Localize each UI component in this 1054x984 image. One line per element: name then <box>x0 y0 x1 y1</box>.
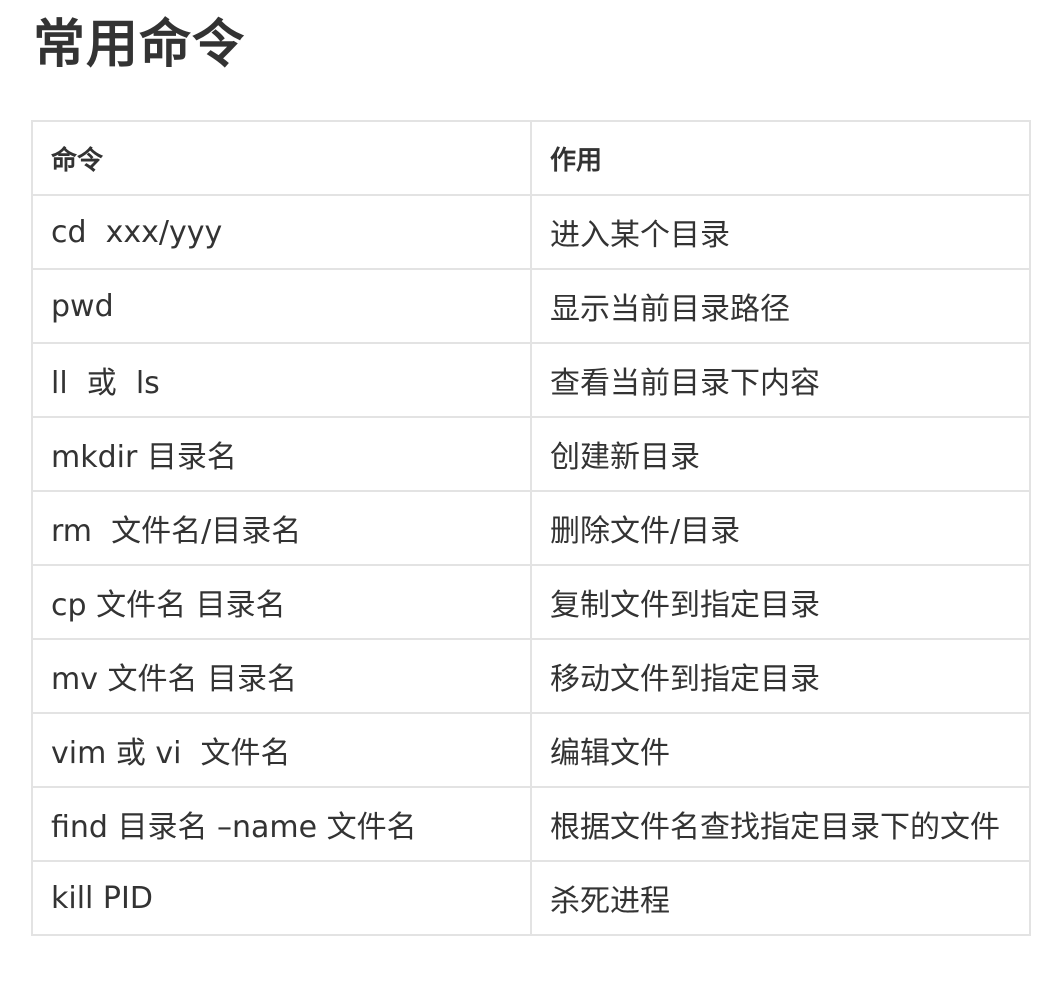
purpose-cell: 进入某个目录 <box>530 194 1031 270</box>
table-row: vim 或 vi 文件名 编辑文件 <box>31 712 1031 788</box>
command-cell: rm 文件名/目录名 <box>31 490 532 566</box>
command-cell: pwd <box>31 268 532 344</box>
command-cell: mv 文件名 目录名 <box>31 638 532 714</box>
table-row: ll 或 ls 查看当前目录下内容 <box>31 342 1031 418</box>
table-row: find 目录名 –name 文件名 根据文件名查找指定目录下的文件 <box>31 786 1031 862</box>
command-cell: vim 或 vi 文件名 <box>31 712 532 788</box>
page-title: 常用命令 <box>33 15 246 75</box>
purpose-cell: 复制文件到指定目录 <box>530 564 1031 640</box>
purpose-cell: 删除文件/目录 <box>530 490 1031 566</box>
purpose-cell: 移动文件到指定目录 <box>530 638 1031 714</box>
table-row: kill PID 杀死进程 <box>31 860 1031 936</box>
purpose-cell: 创建新目录 <box>530 416 1031 492</box>
table-row: pwd 显示当前目录路径 <box>31 268 1031 344</box>
table-row: cp 文件名 目录名 复制文件到指定目录 <box>31 564 1031 640</box>
command-cell: cp 文件名 目录名 <box>31 564 532 640</box>
purpose-cell: 查看当前目录下内容 <box>530 342 1031 418</box>
table-row: mkdir 目录名 创建新目录 <box>31 416 1031 492</box>
table-row: cd xxx/yyy 进入某个目录 <box>31 194 1031 270</box>
table-row: mv 文件名 目录名 移动文件到指定目录 <box>31 638 1031 714</box>
column-header-purpose: 作用 <box>530 120 1031 196</box>
command-cell: mkdir 目录名 <box>31 416 532 492</box>
column-header-command: 命令 <box>31 120 532 196</box>
table-header-row: 命令 作用 <box>31 120 1031 196</box>
command-table: 命令 作用 cd xxx/yyy 进入某个目录 pwd 显示当前目录路径 ll … <box>31 120 1031 936</box>
purpose-cell: 杀死进程 <box>530 860 1031 936</box>
command-cell: cd xxx/yyy <box>31 194 532 270</box>
command-cell: ll 或 ls <box>31 342 532 418</box>
purpose-cell: 显示当前目录路径 <box>530 268 1031 344</box>
purpose-cell: 编辑文件 <box>530 712 1031 788</box>
table-row: rm 文件名/目录名 删除文件/目录 <box>31 490 1031 566</box>
purpose-cell: 根据文件名查找指定目录下的文件 <box>530 786 1031 862</box>
command-cell: find 目录名 –name 文件名 <box>31 786 532 862</box>
command-cell: kill PID <box>31 860 532 936</box>
